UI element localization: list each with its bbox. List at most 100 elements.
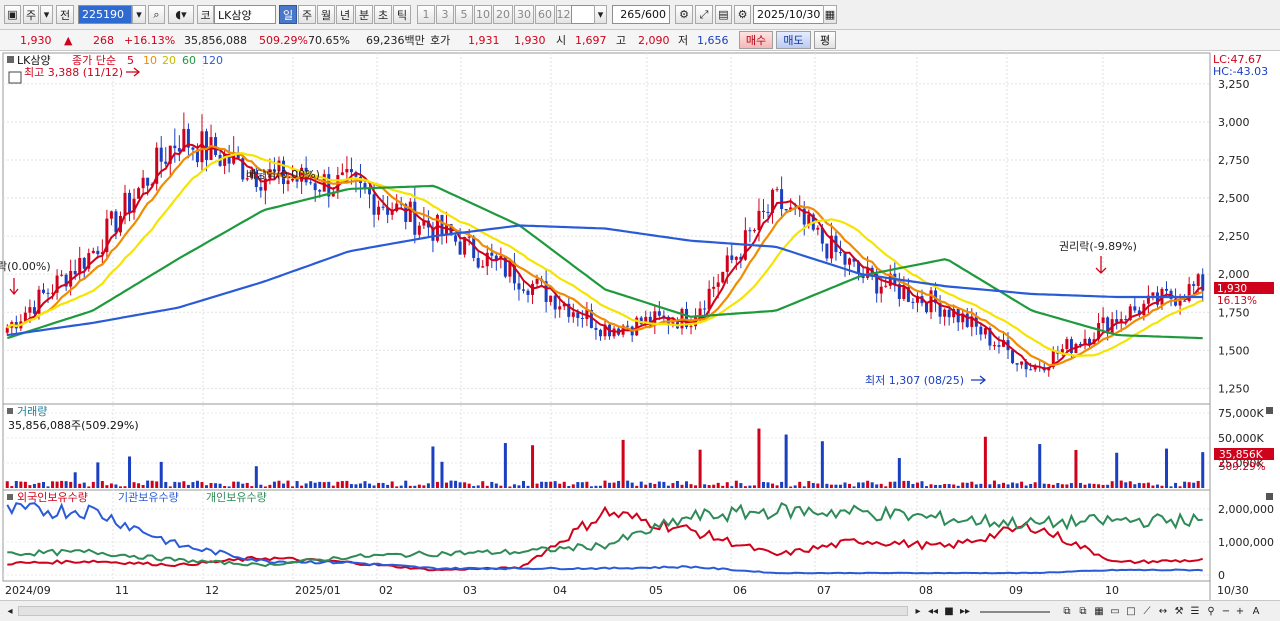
buy-button[interactable]: 매수 xyxy=(739,31,773,49)
sound-icon[interactable]: ◖▾ xyxy=(168,5,194,24)
volume-bar xyxy=(816,483,820,488)
holding-panel-handle-icon[interactable] xyxy=(7,494,13,500)
volume-current-tag-text: 35,856K xyxy=(1219,449,1264,461)
pin-icon[interactable]: ⚲ xyxy=(1204,604,1218,618)
window-icon[interactable]: ▭ xyxy=(1108,604,1122,618)
chart-scrollbar[interactable]: ◂ ▸ ◂◂ ■ ▸▸ ⧉ ⧉ ▦ ▭ □ ⟋ ↔ ⚒ ☰ ⚲ − + A xyxy=(0,600,1280,621)
layout-icon[interactable]: ⧉ xyxy=(1060,604,1074,618)
volume-bar xyxy=(535,483,539,488)
volume-bar xyxy=(834,484,838,488)
code-dropdown-icon[interactable]: ▾ xyxy=(132,5,146,24)
period-tab-0[interactable]: 일 xyxy=(279,5,297,24)
candle-body xyxy=(490,252,494,256)
stock-code-input[interactable]: 225190 xyxy=(78,5,132,24)
volume-bar xyxy=(956,485,960,488)
save-icon[interactable]: ▤ xyxy=(715,5,732,24)
interval-button-5[interactable]: 5 xyxy=(455,5,473,24)
volume-bar xyxy=(363,481,367,488)
interval-button-60[interactable]: 60 xyxy=(535,5,555,24)
copy-icon[interactable]: ⧉ xyxy=(1076,604,1090,618)
zoom-slider[interactable] xyxy=(980,611,1050,613)
square-icon[interactable]: □ xyxy=(1124,604,1138,618)
scroll-right-icon[interactable]: ▸ xyxy=(912,604,924,618)
volume-bar xyxy=(680,484,684,488)
interval-button-1[interactable]: 1 xyxy=(417,5,435,24)
date-input[interactable]: 2025/10/30 xyxy=(753,5,825,24)
data-count-input[interactable]: 265/600 xyxy=(612,5,670,24)
stock-name-field[interactable]: LK삼양 xyxy=(214,5,276,24)
volume-bar xyxy=(494,483,498,488)
zoom-in-icon[interactable]: + xyxy=(1234,604,1246,618)
candle-body xyxy=(752,230,756,232)
period-tab-1[interactable]: 주 xyxy=(298,5,316,24)
volume-bar xyxy=(752,485,756,488)
interval-button-3[interactable]: 3 xyxy=(436,5,454,24)
period-tab-5[interactable]: 초 xyxy=(374,5,392,24)
candle-body xyxy=(309,182,313,184)
candle-body xyxy=(780,189,784,210)
x-tick-label: 2024/09 xyxy=(5,584,51,597)
volume-panel-handle-icon[interactable] xyxy=(7,408,13,414)
volume-bar xyxy=(906,480,910,488)
stock-code-value: 225190 xyxy=(82,8,124,21)
volume-bar xyxy=(1110,481,1114,488)
draw-tool-icon[interactable]: ⤢ xyxy=(695,5,713,24)
candle-body xyxy=(318,190,322,192)
calendar-icon[interactable]: ▦ xyxy=(823,5,837,24)
code-prefix-button[interactable]: 코 xyxy=(197,5,214,24)
volume-bar xyxy=(848,483,852,488)
sell-button[interactable]: 매도 xyxy=(776,31,811,49)
interval-button-10[interactable]: 10 xyxy=(474,5,492,24)
volume-bar xyxy=(1133,484,1137,488)
volume-bar xyxy=(399,485,403,488)
period-tab-3[interactable]: 년 xyxy=(336,5,354,24)
volume-bar xyxy=(177,482,181,488)
list-icon[interactable]: ☰ xyxy=(1188,604,1202,618)
period-tab-4[interactable]: 분 xyxy=(355,5,373,24)
low-label: 저 xyxy=(678,34,689,47)
gear-icon[interactable]: ⚙ xyxy=(734,5,751,24)
volume-bar xyxy=(14,480,18,488)
chart-canvas[interactable]: 3,250 3,000 2,750 2,500 2,250 2,000 1,750 1,500… xyxy=(0,51,1280,600)
rewind-icon[interactable]: ◂◂ xyxy=(926,604,940,618)
volume-bar xyxy=(259,484,263,488)
volume-bar xyxy=(757,428,761,488)
eval-button[interactable]: 평 xyxy=(814,31,836,49)
interval-button-20[interactable]: 20 xyxy=(493,5,513,24)
prev-button[interactable]: 전 xyxy=(56,5,74,24)
candle-body xyxy=(60,274,64,276)
market-selector[interactable]: 주 xyxy=(23,5,39,24)
volume-bar xyxy=(41,481,45,488)
line-tool-icon[interactable]: ⟋ xyxy=(1140,604,1154,618)
font-size-icon[interactable]: A xyxy=(1250,604,1262,618)
interval-dropdown-icon[interactable]: ▾ xyxy=(594,5,607,24)
ask-label: 호가 xyxy=(430,34,451,47)
volume-bar xyxy=(594,485,598,488)
play-icon[interactable]: ▸▸ xyxy=(958,604,972,618)
volume-close-icon[interactable] xyxy=(1266,407,1273,414)
volume-bar xyxy=(250,486,254,488)
ask-price: 1,931 xyxy=(468,34,500,47)
volume-bar xyxy=(558,483,562,488)
ruler-icon[interactable]: ↔ xyxy=(1156,604,1170,618)
window-menu-icon[interactable]: ▣ xyxy=(4,5,21,24)
volume-bar xyxy=(431,446,435,488)
volume-bar xyxy=(829,484,833,488)
period-tab-6[interactable]: 틱 xyxy=(393,5,411,24)
scroll-track[interactable] xyxy=(18,606,908,616)
zoom-out-icon[interactable]: − xyxy=(1220,604,1232,618)
stop-icon[interactable]: ■ xyxy=(942,604,956,618)
volume-bar xyxy=(55,481,59,488)
holding-close-icon[interactable] xyxy=(1266,493,1273,500)
period-tab-2[interactable]: 월 xyxy=(317,5,335,24)
volume-bar xyxy=(784,434,788,488)
panel-handle-icon[interactable] xyxy=(7,56,14,63)
interval-button-30[interactable]: 30 xyxy=(514,5,534,24)
scroll-left-icon[interactable]: ◂ xyxy=(4,604,16,618)
hammer-icon[interactable]: ⚒ xyxy=(1172,604,1186,618)
candle-body xyxy=(349,169,353,173)
grid-icon[interactable]: ▦ xyxy=(1092,604,1106,618)
search-icon[interactable]: ⌕ xyxy=(148,5,165,24)
indicator-icon[interactable]: ⚙ xyxy=(675,5,693,24)
market-dropdown-icon[interactable]: ▾ xyxy=(40,5,53,24)
